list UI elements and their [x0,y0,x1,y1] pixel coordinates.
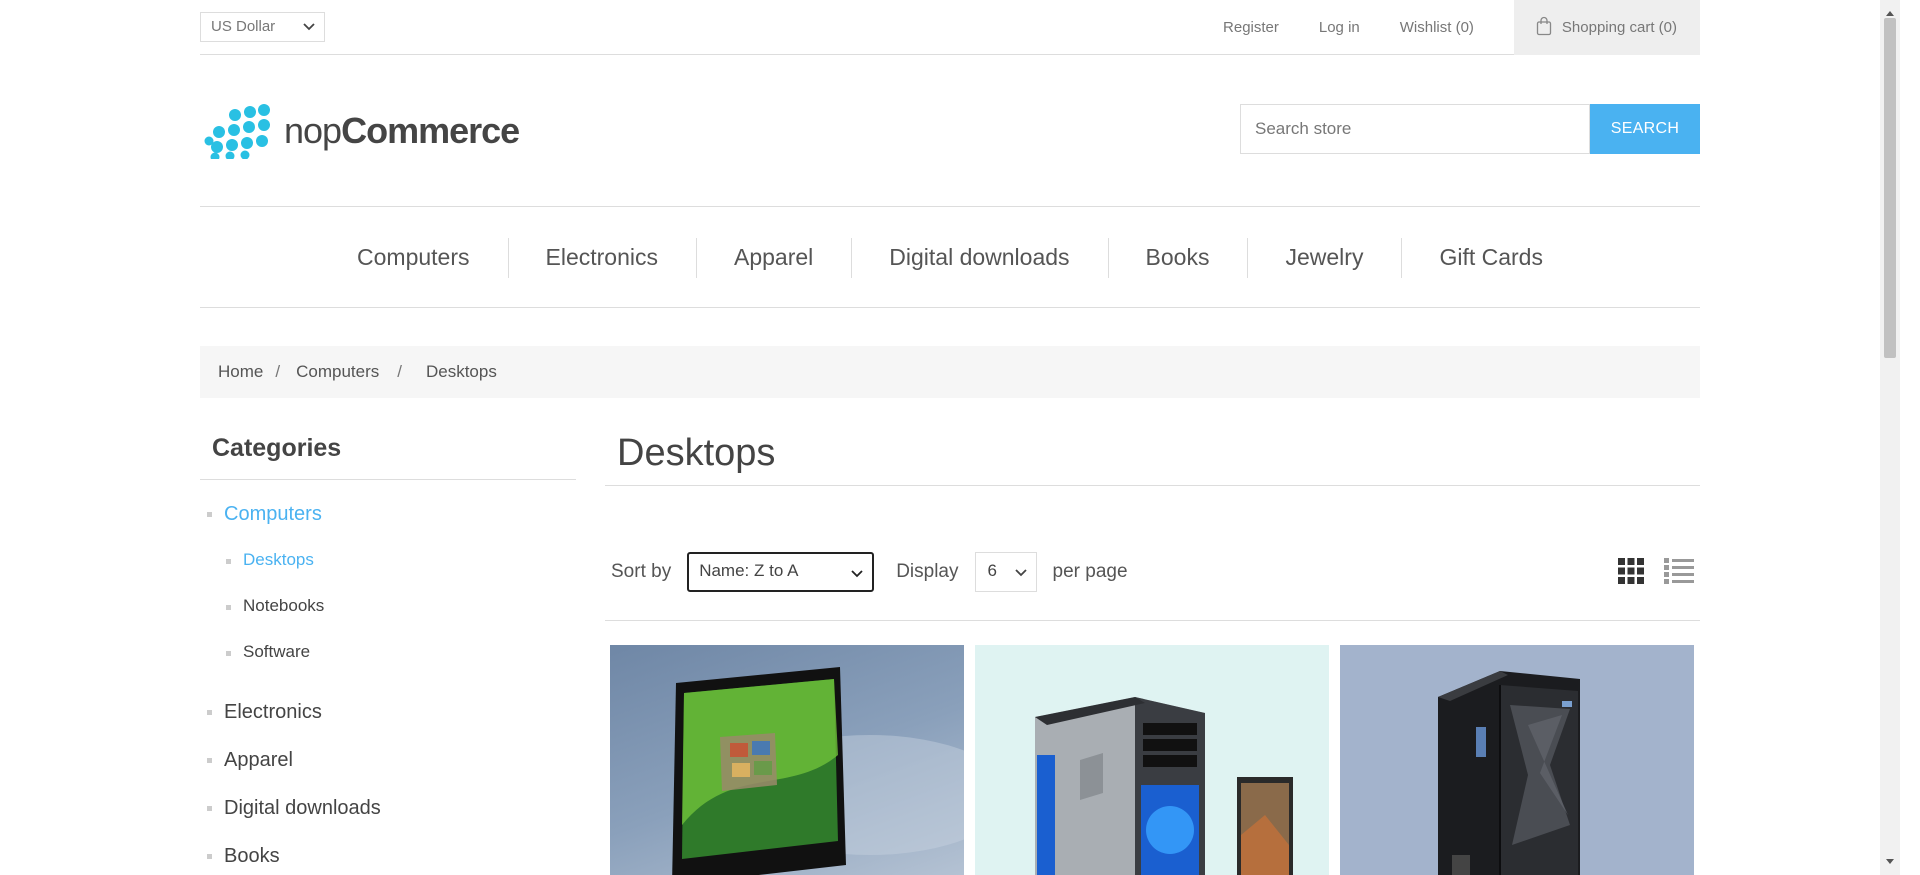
server-tower-image [1438,671,1580,875]
chevron-down-icon [850,566,864,586]
main-content: Desktops Sort by Name: Z to A Display 6 [605,420,1700,875]
breadcrumb-home[interactable]: Home [218,362,263,382]
menu-item-gift-cards[interactable]: Gift Cards [1401,237,1581,278]
page: US Dollar Register Log in Wishlist (0) S… [0,0,1900,875]
menu-item-electronics[interactable]: Electronics [507,237,696,278]
product-grid [610,645,1705,875]
chevron-down-icon [1014,565,1028,585]
per-page-label: per page [1052,561,1128,582]
all-in-one-monitor-image [672,667,964,875]
grid-view-icon[interactable] [1618,558,1644,589]
logo-text: nopCommerce [284,110,520,151]
breadcrumb-current: Desktops [425,362,497,381]
gaming-tower-pc-image [1035,697,1293,875]
search-box: SEARCH [1240,104,1700,154]
search-input[interactable] [1240,104,1590,154]
login-link[interactable]: Log in [1319,19,1360,36]
scroll-down-arrow-icon[interactable] [1885,853,1895,871]
wishlist-link[interactable]: Wishlist (0) [1400,19,1474,36]
currency-value: US Dollar [211,18,276,35]
menu-item-books[interactable]: Books [1107,237,1248,278]
product-image-all-in-one[interactable] [610,645,964,875]
menu-item-computers[interactable]: Computers [319,244,507,271]
menu-item-jewelry[interactable]: Jewelry [1247,237,1401,278]
sort-value: Name: Z to A [699,561,799,580]
sort-display-controls: Sort by Name: Z to A Display 6 per page [611,552,1128,592]
product-image-server[interactable] [1340,645,1694,875]
chevron-down-icon [302,20,316,38]
product-image-gaming-pc[interactable] [975,645,1329,875]
page-size-select[interactable]: 6 [974,552,1037,592]
page-scrollbar[interactable] [1880,0,1900,875]
subcategory-notebooks[interactable]: Notebooks [200,596,576,642]
breadcrumb-separator: / [275,362,281,381]
sort-select[interactable]: Name: Z to A [687,552,875,592]
subcategory-software[interactable]: Software [200,642,576,688]
category-list: Computers Desktops Notebooks Software El… [200,502,576,875]
list-view-icon[interactable] [1664,558,1694,589]
shopping-cart-link[interactable]: Shopping cart (0) [1513,0,1700,55]
page-size-value: 6 [987,561,997,580]
breadcrumb: Home / Computers / Desktops [200,346,1700,398]
logo-dots-icon [204,104,270,159]
categories-title: Categories [200,420,576,480]
sort-label: Sort by [611,561,672,582]
category-books[interactable]: Books [200,844,576,875]
menu-item-digital-downloads[interactable]: Digital downloads [851,237,1107,278]
category-computers[interactable]: Computers [200,502,576,538]
view-mode-switch [1598,558,1694,589]
store-logo[interactable]: nopCommerce [202,103,520,159]
category-digital-downloads[interactable]: Digital downloads [200,796,576,844]
cart-label: Shopping cart (0) [1561,19,1677,36]
category-apparel[interactable]: Apparel [200,748,576,796]
shopping-bag-icon [1536,16,1552,40]
breadcrumb-separator: / [397,362,402,381]
top-menu: Computers Electronics Apparel Digital do… [200,206,1700,308]
sidebar: Categories Computers Desktops Notebooks … [200,420,576,875]
header-links-bar: US Dollar Register Log in Wishlist (0) S… [200,0,1700,55]
subcategory-desktops[interactable]: Desktops [200,550,576,596]
search-button[interactable]: SEARCH [1590,104,1700,154]
register-link[interactable]: Register [1223,19,1279,36]
menu-item-apparel[interactable]: Apparel [695,237,851,278]
header-links: Register Log in Wishlist (0) Shopping ca… [1223,0,1700,55]
breadcrumb-computers[interactable]: Computers [296,362,379,382]
page-title: Desktops [605,420,1700,486]
category-electronics[interactable]: Electronics [200,700,576,748]
product-selectors: Sort by Name: Z to A Display 6 per page [605,486,1700,621]
subcategory-list: Desktops Notebooks Software [200,550,576,688]
scrollbar-thumb[interactable] [1884,18,1896,358]
display-label: Display [896,561,959,582]
currency-selector[interactable]: US Dollar [200,12,325,42]
